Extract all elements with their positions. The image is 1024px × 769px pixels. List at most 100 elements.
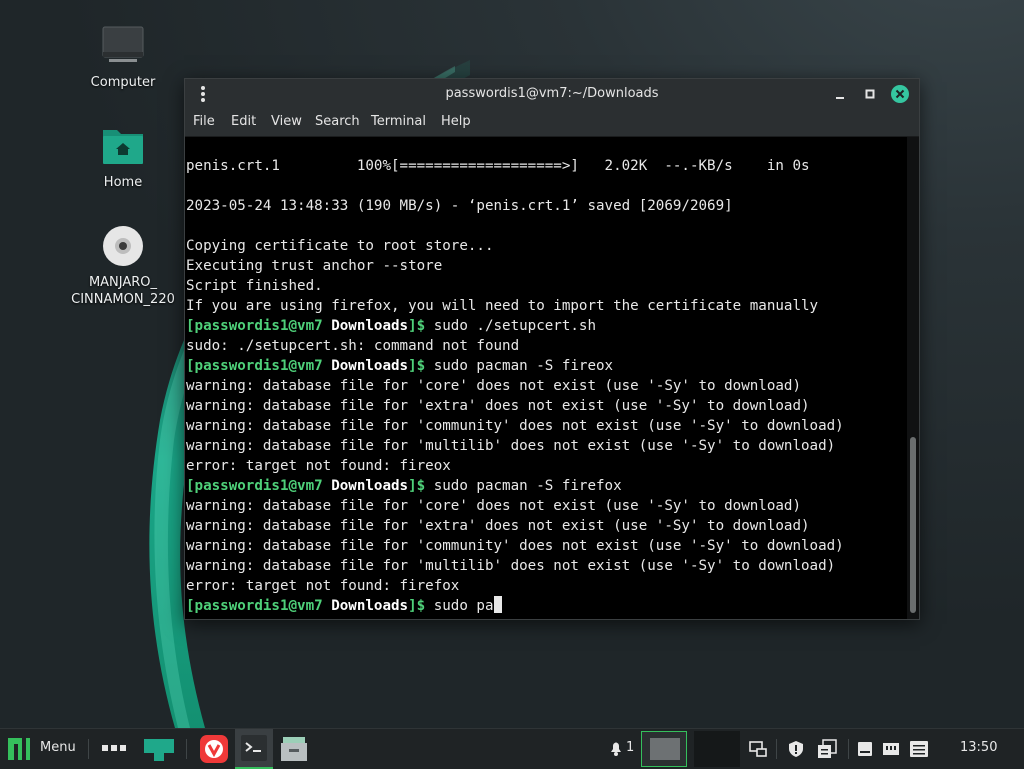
window-list-toggle[interactable]	[746, 729, 770, 769]
terminal-line: 2023-05-24 13:48:33 (190 MB/s) - ‘penis.…	[186, 198, 733, 214]
workspace-2[interactable]	[694, 731, 740, 767]
terminal-line: warning: database file for 'community' d…	[186, 538, 844, 554]
clipboard-indicator[interactable]	[814, 729, 840, 769]
taskbar-separator	[88, 739, 89, 759]
prompt-end: ]$	[408, 478, 426, 494]
terminal-line: warning: database file for 'extra' does …	[186, 398, 810, 414]
terminal-line: Executing trust anchor --store	[186, 258, 443, 274]
menu-label: Menu	[40, 740, 76, 755]
desktop-icon-home[interactable]: Home	[68, 124, 178, 191]
menu-file[interactable]: File	[193, 114, 215, 129]
terminal-line: sudo: ./setupcert.sh: command not found	[186, 338, 520, 354]
workspace-switcher[interactable]	[96, 729, 132, 769]
terminal-text: penis.crt.1 100%[===================>] 2…	[186, 156, 844, 616]
menu-view[interactable]: View	[271, 114, 302, 129]
terminal-line: warning: database file for 'community' d…	[186, 418, 844, 434]
scrollbar-thumb[interactable]	[910, 437, 916, 613]
terminal-task[interactable]	[235, 729, 273, 769]
clock-time: 13:50	[960, 740, 998, 755]
file-cabinet-icon	[281, 737, 307, 761]
terminal-line: Copying certificate to root store...	[186, 238, 494, 254]
security-indicator[interactable]	[784, 729, 808, 769]
prompt-user: [passwordis1@vm7	[186, 318, 323, 334]
dots-icon	[102, 745, 126, 751]
scrollbar[interactable]	[907, 137, 919, 619]
optical-disc-icon	[103, 226, 143, 266]
menu-search[interactable]: Search	[315, 114, 360, 129]
notifications-indicator[interactable]: 1	[604, 729, 638, 769]
bell-icon	[611, 742, 621, 756]
vivaldi-launcher[interactable]	[196, 729, 232, 769]
terminal-line: warning: database file for 'multilib' do…	[186, 438, 836, 454]
network-icon	[883, 743, 899, 755]
desktop-icon-label: MANJARO_ CINNAMON_220	[71, 275, 175, 307]
terminal-line: error: target not found: firefox	[186, 578, 460, 594]
taskbar-separator	[848, 739, 849, 759]
taskbar: Menu 1 13:50	[0, 728, 1024, 769]
taskbar-separator	[776, 739, 777, 759]
terminal-line: If you are using firefox, you will need …	[186, 298, 819, 314]
desktop-icon	[144, 739, 174, 761]
command-text: sudo ./setupcert.sh	[425, 318, 597, 334]
prompt-end: ]$	[408, 598, 426, 614]
menu-edit[interactable]: Edit	[231, 114, 256, 129]
show-desktop-button[interactable]	[140, 729, 176, 769]
prompt-end: ]$	[408, 318, 426, 334]
home-folder-icon	[103, 130, 143, 164]
menu-button[interactable]: Menu	[0, 729, 84, 769]
terminal-line: Script finished.	[186, 278, 323, 294]
file-manager-launcher[interactable]	[276, 729, 312, 769]
prompt-dir-name: Downloads	[331, 358, 409, 374]
terminal-line: warning: database file for 'extra' does …	[186, 518, 810, 534]
terminal-window[interactable]: passwordis1@vm7:~/Downloads File Edit Vi…	[184, 78, 920, 620]
command-text: sudo pa	[425, 598, 494, 614]
clock[interactable]: 13:50	[956, 729, 1004, 769]
prompt-user: [passwordis1@vm7	[186, 598, 323, 614]
prompt-user: [passwordis1@vm7	[186, 478, 323, 494]
terminal-prompt-line: [passwordis1@vm7 Downloads]$ sudo ./setu…	[186, 316, 844, 336]
shield-icon	[789, 741, 803, 757]
drive-icon	[858, 742, 872, 756]
terminal-line: penis.crt.1 100%[===================>] 2…	[186, 158, 810, 174]
clipboard-icon	[818, 739, 837, 758]
prompt-dir-name: Downloads	[331, 318, 409, 334]
desktop-icon-label: Computer	[90, 75, 156, 90]
terminal-icon	[241, 735, 267, 761]
menu-terminal[interactable]: Terminal	[371, 114, 426, 129]
desktop-icon-disc[interactable]: MANJARO_ CINNAMON_220	[68, 224, 178, 308]
title-bar[interactable]: passwordis1@vm7:~/Downloads	[185, 79, 919, 109]
minimize-icon	[836, 97, 844, 99]
prompt-dir-name: Downloads	[331, 598, 409, 614]
maximize-icon	[865, 89, 875, 99]
keyboard-indicator[interactable]	[906, 729, 932, 769]
command-text: sudo pacman -S fireox	[425, 358, 614, 374]
vivaldi-icon	[200, 735, 228, 763]
maximize-button[interactable]	[861, 85, 879, 103]
computer-icon	[102, 26, 144, 62]
terminal-prompt-line: [passwordis1@vm7 Downloads]$ sudo pacman…	[186, 476, 844, 496]
terminal-line: warning: database file for 'multilib' do…	[186, 558, 836, 574]
desktop-icon-label: Home	[103, 175, 143, 190]
window-title: passwordis1@vm7:~/Downloads	[445, 86, 659, 101]
terminal-prompt-line: [passwordis1@vm7 Downloads]$ sudo pacman…	[186, 356, 844, 376]
command-text: sudo pacman -S firefox	[425, 478, 622, 494]
prompt-user: [passwordis1@vm7	[186, 358, 323, 374]
desktop-icon-computer[interactable]: Computer	[68, 24, 178, 91]
network-indicator[interactable]	[880, 729, 902, 769]
menu-help[interactable]: Help	[441, 114, 471, 129]
menu-bar: File Edit View Search Terminal Help	[185, 109, 919, 137]
workspace-1[interactable]	[641, 731, 687, 767]
manjaro-logo-icon	[8, 738, 30, 760]
storage-indicator[interactable]	[854, 729, 876, 769]
close-button[interactable]	[891, 85, 909, 103]
prompt-dir-name: Downloads	[331, 478, 409, 494]
terminal-line: warning: database file for 'core' does n…	[186, 498, 801, 514]
terminal-line: error: target not found: fireox	[186, 458, 451, 474]
terminal-output[interactable]: penis.crt.1 100%[===================>] 2…	[185, 137, 907, 619]
prompt-end: ]$	[408, 358, 426, 374]
terminal-line: warning: database file for 'core' does n…	[186, 378, 801, 394]
keyboard-icon	[910, 741, 928, 757]
minimize-button[interactable]	[831, 85, 849, 103]
